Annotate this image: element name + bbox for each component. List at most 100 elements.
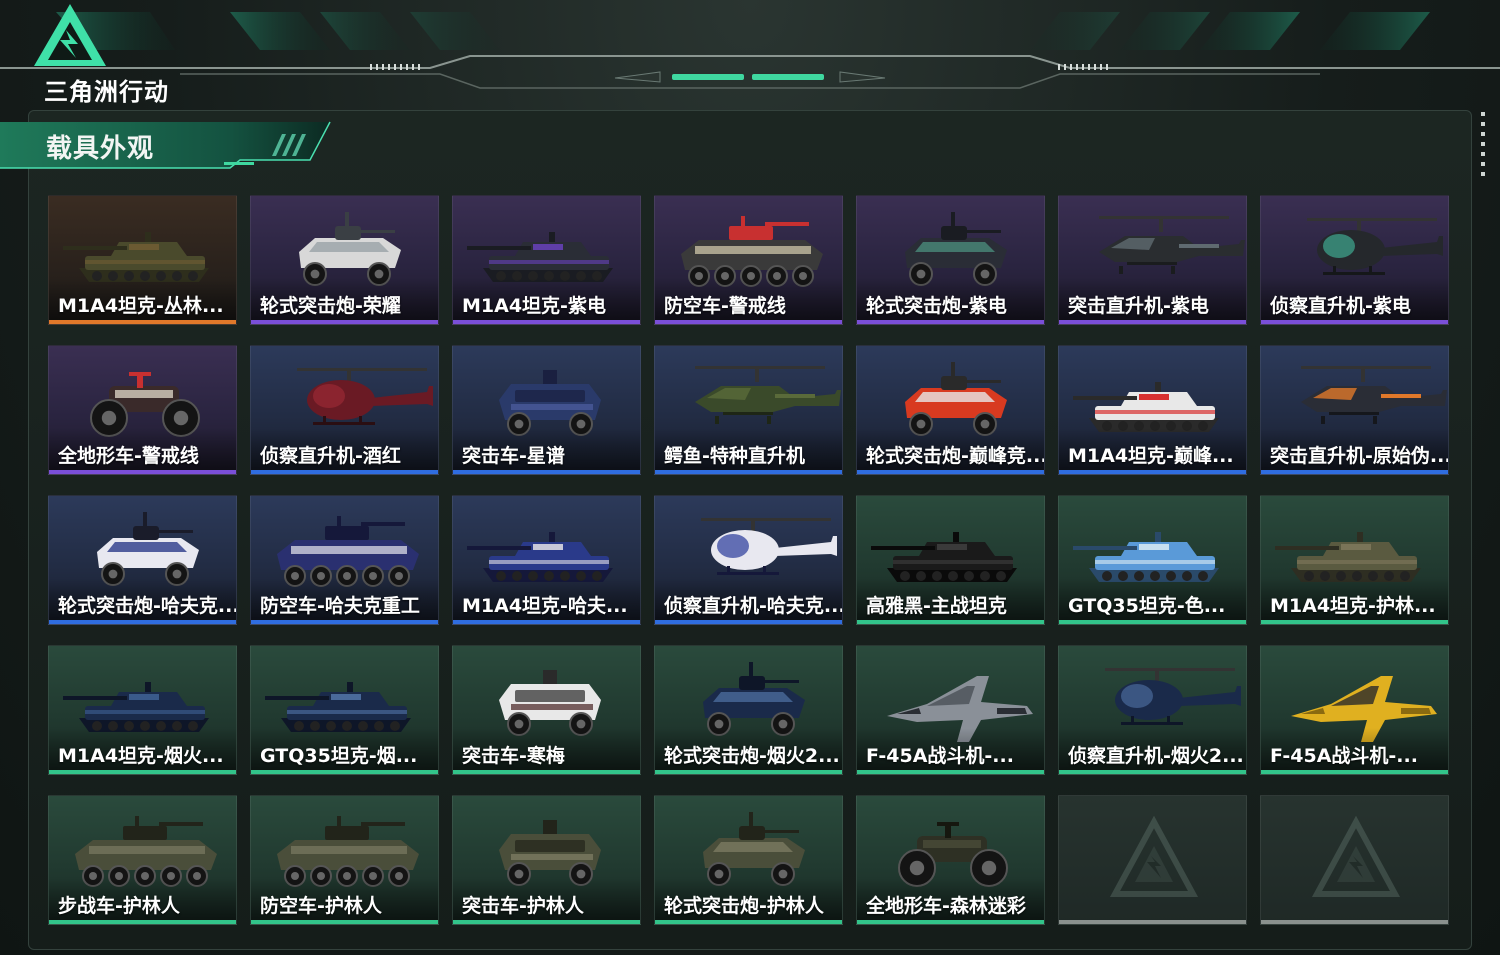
rarity-bar [453,320,640,324]
vehicle-skin-card[interactable]: 轮式突击炮-烟火2... [654,645,843,775]
vehicle-skin-card[interactable]: 防空车-警戒线 [654,195,843,325]
vehicle-skin-card[interactable]: 突击直升机-原始伪... [1260,345,1449,475]
vehicle-skin-card[interactable]: 侦察直升机-烟火2... [1058,645,1247,775]
vehicle-skin-card[interactable]: 突击直升机-紫电 [1058,195,1247,325]
vehicle-skin-card[interactable]: M1A4坦克-烟火... [48,645,237,775]
rarity-bar [655,620,842,624]
top-header: 三角洲行动 [0,0,1500,110]
skin-name-label: 侦察直升机-烟火2... [1068,745,1244,767]
rarity-bar [655,770,842,774]
vehicle-skin-card[interactable]: 侦察直升机-哈夫克... [654,495,843,625]
vehicle-skin-card[interactable]: GTQ35坦克-色... [1058,495,1247,625]
skin-name-label: 突击车-寒梅 [462,745,565,767]
vehicle-skin-card[interactable]: 突击车-星谱 [452,345,641,475]
skin-name-label: 鳄鱼-特种直升机 [664,445,805,467]
vehicle-skin-card[interactable]: F-45A战斗机-... [856,645,1045,775]
skin-name-label: 防空车-哈夫克重工 [260,595,420,617]
skin-name-label: 轮式突击炮-荣耀 [260,295,401,317]
vehicle-skin-grid: M1A4坦克-丛林... 轮式突击炮-荣耀 M1A4坦克-紫电 防空车-警戒线 [48,195,1449,925]
vehicle-skin-card[interactable]: M1A4坦克-巅峰... [1058,345,1247,475]
vehicle-skin-card[interactable]: 突击车-护林人 [452,795,641,925]
vehicle-skin-card[interactable]: F-45A战斗机-... [1260,645,1449,775]
skin-name-label: 侦察直升机-哈夫克... [664,595,842,617]
skin-name-label: 高雅黑-主战坦克 [866,595,1007,617]
rarity-bar [1059,470,1246,474]
skin-name-label: 防空车-警戒线 [664,295,786,317]
rarity-bar [1261,920,1448,924]
header-frame [0,12,1500,89]
rarity-bar [49,320,236,324]
rarity-bar [1059,770,1246,774]
vehicle-skin-card[interactable]: 轮式突击炮-荣耀 [250,195,439,325]
skin-name-label: 轮式突击炮-紫电 [866,295,1007,317]
skin-name-label: 轮式突击炮-烟火2... [664,745,840,767]
rarity-bar [251,620,438,624]
vehicle-skin-card[interactable]: GTQ35坦克-烟... [250,645,439,775]
skin-name-label: 轮式突击炮-护林人 [664,895,824,917]
skin-name-label: 突击车-护林人 [462,895,584,917]
skin-name-label: 轮式突击炮-哈夫克... [58,595,236,617]
skin-name-label: 防空车-护林人 [260,895,382,917]
rarity-bar [655,320,842,324]
vehicle-skin-card[interactable]: 侦察直升机-酒红 [250,345,439,475]
rarity-bar [1059,320,1246,324]
vehicle-skin-card[interactable]: 全地形车-森林迷彩 [856,795,1045,925]
rarity-bar [49,920,236,924]
vehicle-skin-card[interactable]: M1A4坦克-护林... [1260,495,1449,625]
skin-name-label: M1A4坦克-烟火... [58,745,224,767]
skin-name-label: 侦察直升机-酒红 [260,445,401,467]
section-title: 载具外观 [46,134,155,164]
rarity-bar [655,470,842,474]
vehicle-skin-card[interactable]: 轮式突击炮-紫电 [856,195,1045,325]
skin-name-label: M1A4坦克-哈夫... [462,595,628,617]
vehicle-skin-card[interactable]: 轮式突击炮-哈夫克... [48,495,237,625]
rarity-bar [1261,470,1448,474]
skin-name-label: 突击直升机-紫电 [1068,295,1209,317]
vehicle-skin-card[interactable]: 突击车-寒梅 [452,645,641,775]
skin-name-label: 全地形车-警戒线 [58,445,199,467]
rarity-bar [251,470,438,474]
skin-name-label: 轮式突击炮-巅峰竞... [866,445,1044,467]
skin-name-label: GTQ35坦克-烟... [260,745,418,767]
vehicle-skin-card[interactable]: M1A4坦克-紫电 [452,195,641,325]
rarity-bar [453,770,640,774]
rarity-bar [49,770,236,774]
vehicle-skin-card[interactable]: 步战车-护林人 [48,795,237,925]
skin-name-label: GTQ35坦克-色... [1068,595,1226,617]
rarity-bar [453,920,640,924]
rarity-bar [251,320,438,324]
rarity-bar [655,920,842,924]
vehicle-skin-card[interactable]: M1A4坦克-哈夫... [452,495,641,625]
empty-skin-slot [1058,795,1247,925]
rarity-bar [49,470,236,474]
skin-name-label: M1A4坦克-丛林... [58,295,224,317]
skin-name-label: M1A4坦克-巅峰... [1068,445,1234,467]
delta-logo-watermark-icon [1109,816,1199,897]
rarity-bar [251,770,438,774]
side-scroll-indicator[interactable] [1481,112,1487,182]
rarity-bar [1261,770,1448,774]
rarity-bar [1059,620,1246,624]
skin-name-label: 突击直升机-原始伪... [1270,445,1448,467]
skin-name-label: M1A4坦克-护林... [1270,595,1436,617]
skin-name-label: 侦察直升机-紫电 [1270,295,1411,317]
skin-name-label: 突击车-星谱 [462,445,565,467]
rarity-bar [857,920,1044,924]
rarity-bar [857,770,1044,774]
vehicle-skin-card[interactable]: 轮式突击炮-护林人 [654,795,843,925]
vehicle-skin-card[interactable]: 高雅黑-主战坦克 [856,495,1045,625]
vehicle-skin-card[interactable]: M1A4坦克-丛林... [48,195,237,325]
rarity-bar [1261,620,1448,624]
delta-logo-watermark-icon [1311,816,1401,897]
vehicle-skin-card[interactable]: 防空车-护林人 [250,795,439,925]
vehicle-skin-card[interactable]: 轮式突击炮-巅峰竞... [856,345,1045,475]
rarity-bar [1059,920,1246,924]
rarity-bar [453,470,640,474]
vehicle-skin-card[interactable]: 防空车-哈夫克重工 [250,495,439,625]
vehicle-skin-card[interactable]: 鳄鱼-特种直升机 [654,345,843,475]
rarity-bar [857,320,1044,324]
vehicle-skin-card[interactable]: 侦察直升机-紫电 [1260,195,1449,325]
vehicle-skin-card[interactable]: 全地形车-警戒线 [48,345,237,475]
empty-skin-slot [1260,795,1449,925]
rarity-bar [857,620,1044,624]
